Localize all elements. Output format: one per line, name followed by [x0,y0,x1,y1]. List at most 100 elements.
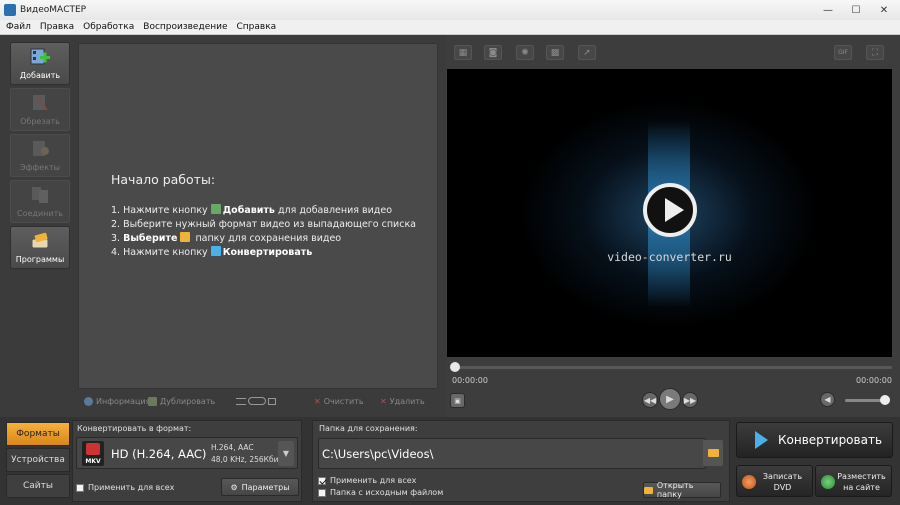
step-3-bold: Выберите [123,233,178,244]
screenshot-icon: ▣ [454,396,461,405]
menu-file[interactable]: Файл [6,22,31,32]
menu-bar: Файл Правка Обработка Воспроизведение Сп… [0,20,900,35]
file-list-pane[interactable]: Начало работы: 1. Нажмите кнопку Добавит… [78,43,438,389]
delete-button[interactable]: ✕ Удалить [380,397,425,406]
params-button[interactable]: ⚙ Параметры [221,478,299,496]
source-folder-checkbox[interactable]: Папка с исходным файлом [318,488,443,497]
format-panel: Конвертировать в формат: MKV HD (H.264, … [72,420,302,502]
gear-icon: ⚙ [230,482,238,492]
play-icon: ▶ [666,393,674,405]
speed-icon[interactable]: ➚ [578,45,596,60]
browse-folder-button[interactable] [703,440,723,466]
step-1: 1. Нажмите кнопку Добавить для добавлени… [111,204,431,218]
screenshot-button[interactable]: ▣ [450,393,465,408]
play-overlay-icon[interactable] [643,183,697,237]
join-icon [29,185,51,205]
menu-processing[interactable]: Обработка [83,22,134,32]
delete-icon: ✕ [380,396,387,406]
open-folder-label: Открыть папку [656,481,694,499]
list-toolbar: Информация Дублировать ✕ Очистить ✕ Удалит… [78,390,438,412]
add-video-icon [210,204,221,214]
format-audio: 48,0 KHz, 256Кбит [211,455,283,464]
format-badge: MKV [85,458,101,465]
maximize-button[interactable]: ☐ [842,0,870,20]
dvd-label-2: DVD [773,483,792,492]
menu-playback[interactable]: Воспроизведение [143,22,227,32]
close-button[interactable]: ✕ [870,0,898,20]
seek-bar[interactable] [452,366,892,369]
seek-handle[interactable] [450,362,460,372]
params-label: Параметры [241,482,290,492]
rewind-button[interactable]: ◀◀ [642,392,658,408]
menu-help[interactable]: Справка [237,22,277,32]
clear-button[interactable]: ✕ Очистить [314,397,364,406]
volume-icon: ◀ [824,395,831,404]
gif-icon[interactable]: GIF [834,45,852,60]
volume-handle[interactable] [880,395,890,405]
effects-button[interactable]: Эффекты [10,134,70,177]
duplicate-icon [148,396,157,406]
dvd-disc-icon [742,475,756,489]
cut-button[interactable]: Обрезать [10,88,70,131]
window-title: ВидеоМАСТЕР [20,5,87,15]
checkbox-box [76,483,84,492]
enhance-icon[interactable]: ▩ [546,45,564,60]
format-dropdown-arrow[interactable]: ▼ [278,441,294,466]
checkbox-box [318,488,326,497]
source-folder-label: Папка с исходным файлом [330,488,444,497]
step-3: 3. Выберите папку для сохранения видео [111,232,431,246]
main-area: Добавить Обрезать Эффекты Соединить Прог… [0,35,900,417]
burn-dvd-button[interactable]: Записать DVD [736,465,813,497]
step-2: 2. Выберите нужный формат видео из выпад… [111,219,417,230]
info-label: Информация [96,396,151,406]
tab-formats[interactable]: Форматы [6,422,70,446]
screen-watermark: video-converter.ru [607,250,732,264]
tab-sites[interactable]: Сайты [6,474,70,498]
duplicate-label: Дублировать [160,396,216,406]
volume-button[interactable]: ◀ [820,392,835,407]
save-label: Папка для сохранения: [319,424,418,433]
add-button[interactable]: Добавить [10,42,70,85]
globe-icon [821,475,835,489]
play-button[interactable]: ▶ [659,388,681,410]
view-toggle[interactable] [236,397,276,405]
join-label: Соединить [17,209,63,218]
join-button[interactable]: Соединить [10,180,70,223]
crop-frame-icon[interactable]: ▦ [454,45,472,60]
save-path-field[interactable]: C:\Users\pc\Videos\ [318,438,706,469]
tab-devices[interactable]: Устройства [6,448,70,472]
duplicate-button[interactable]: Дублировать [148,396,216,406]
brightness-icon[interactable]: ✺ [516,45,534,60]
save-apply-all-checkbox[interactable]: Применить для всех [318,476,416,485]
format-details: H.264, AAC 48,0 KHz, 256Кбит [211,442,283,466]
step-1-text: 1. Нажмите кнопку [111,205,211,216]
format-apply-all-checkbox[interactable]: Применить для всех [76,483,174,492]
publish-web-button[interactable]: Разместить на сайте [815,465,892,497]
welcome-title: Начало работы: [111,172,216,187]
web-label-2: на сайте [843,483,880,492]
info-button[interactable]: Информация [84,396,151,406]
open-folder-button[interactable]: Открыть папку [643,481,721,499]
step-1-tail: для добавления видео [274,205,393,216]
delete-label: Удалить [389,396,425,406]
programs-button[interactable]: Программы [10,226,70,269]
programs-label: Программы [15,255,65,264]
snapshot-icon[interactable]: ◙ [484,45,502,60]
fullscreen-icon[interactable]: ⛶ [866,45,884,60]
app-icon [4,4,16,16]
minimize-button[interactable]: — [814,0,842,20]
info-icon [84,396,93,406]
menu-edit[interactable]: Правка [40,22,74,32]
forward-button[interactable]: ▶▶ [682,392,698,408]
video-screen[interactable]: video-converter.ru [447,69,892,357]
format-selector[interactable]: MKV HD (H.264, AAC) H.264, AAC 48,0 KHz,… [76,437,298,469]
grid-view-icon [268,397,276,405]
convert-button[interactable]: Конвертировать [736,422,893,458]
title-bar: ВидеоМАСТЕР [0,0,900,20]
add-video-icon [29,47,51,67]
forward-icon: ▶▶ [683,395,697,405]
step-4-bold: Конвертировать [222,247,313,258]
step-3-tail: папку для сохранения видео [192,233,342,244]
chevron-down-icon: ▼ [282,449,290,458]
folder-icon [180,232,191,242]
